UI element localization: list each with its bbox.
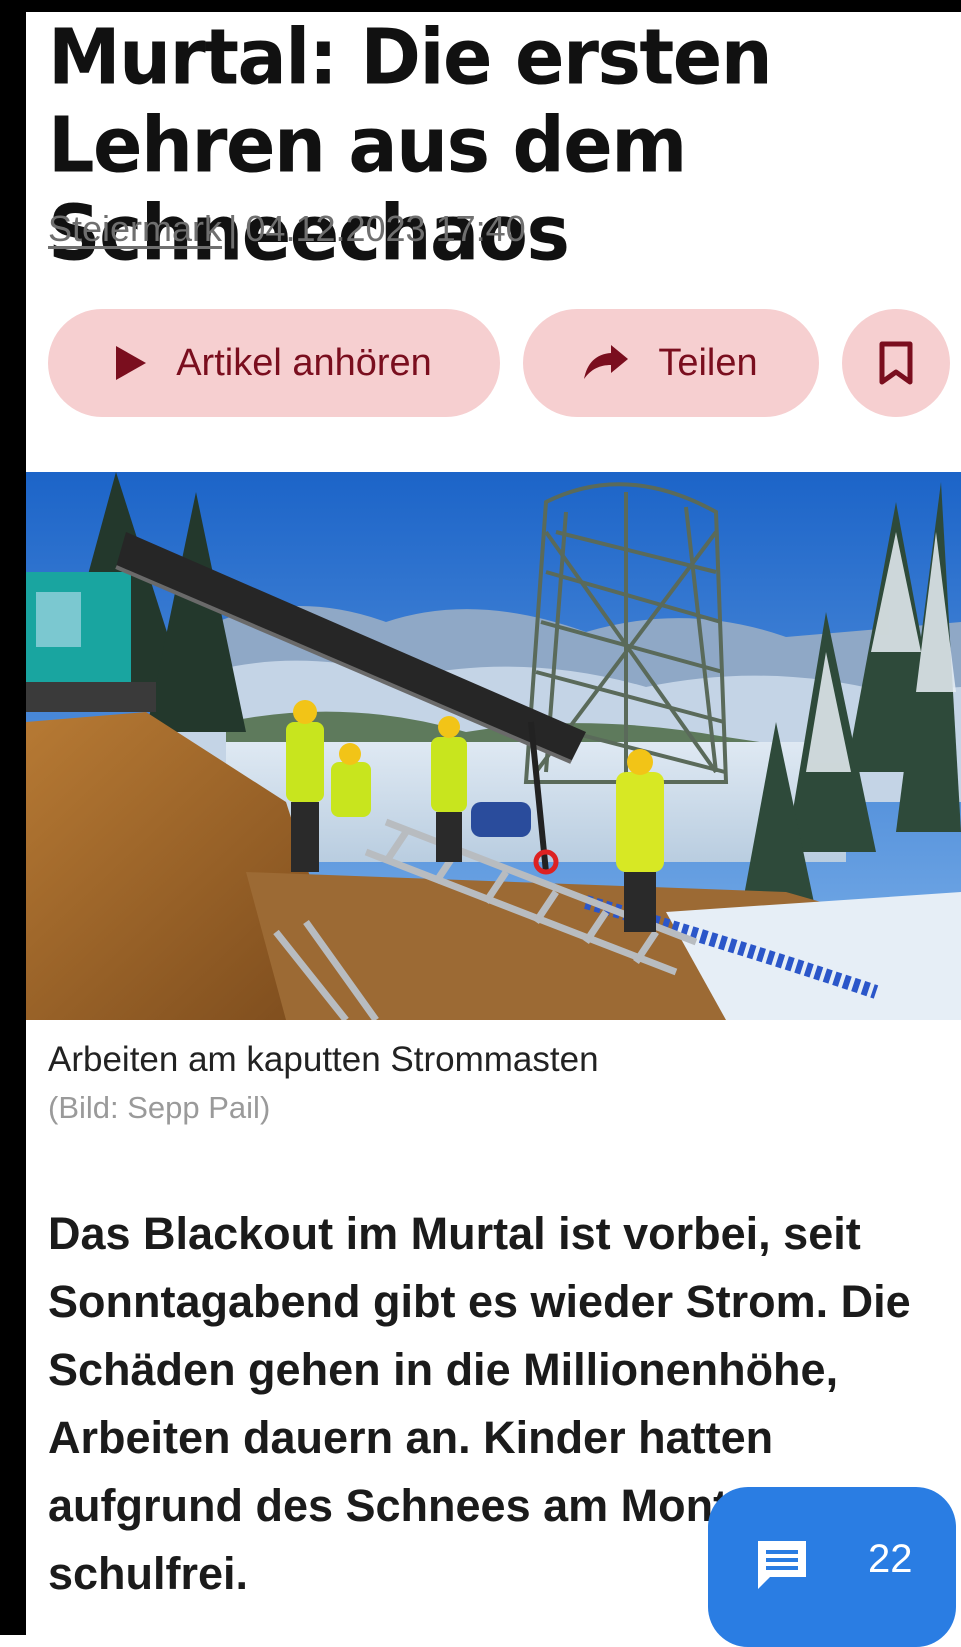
- comment-icon: [754, 1537, 810, 1598]
- article-datetime: 04.12.2023 17:40: [245, 208, 526, 249]
- left-frame-bar: [0, 0, 26, 1635]
- section-link[interactable]: Steiermark: [48, 208, 222, 250]
- listen-article-button[interactable]: Artikel anhören: [48, 309, 500, 417]
- bookmark-icon: [879, 341, 913, 385]
- meta-separator: |: [228, 208, 238, 249]
- article-meta: Steiermark | 04.12.2023 17:40: [48, 208, 526, 250]
- share-label: Teilen: [658, 341, 758, 384]
- share-arrow-icon: [584, 345, 629, 381]
- article-photo: [26, 472, 961, 1020]
- bookmark-button[interactable]: [842, 309, 950, 417]
- listen-article-label: Artikel anhören: [176, 341, 432, 384]
- comments-count: 22: [868, 1537, 913, 1581]
- power-pylon-photo: [26, 472, 961, 1020]
- top-frame-bar: [0, 0, 961, 12]
- share-button[interactable]: Teilen: [523, 309, 819, 417]
- comments-button[interactable]: 22: [708, 1487, 956, 1647]
- play-icon: [116, 346, 147, 380]
- photo-credit: (Bild: Sepp Pail): [48, 1090, 271, 1125]
- photo-caption: Arbeiten am kaputten Strommasten: [48, 1040, 599, 1079]
